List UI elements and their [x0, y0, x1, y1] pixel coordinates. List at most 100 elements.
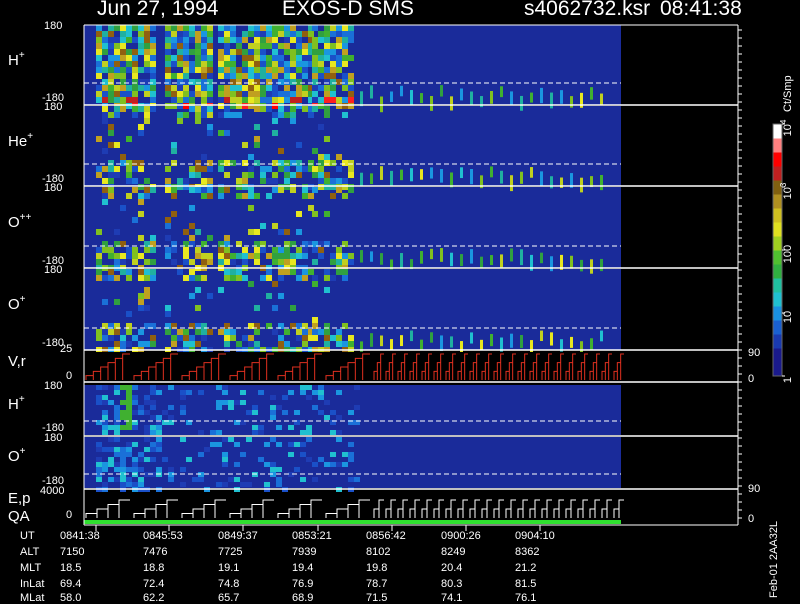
heatmap-cell	[342, 253, 348, 259]
heatmap-cell	[284, 160, 290, 166]
heatmap-cell	[296, 49, 302, 55]
heatmap-cell	[318, 253, 324, 259]
heatmap-cell	[248, 79, 254, 85]
heatmap-cell	[96, 275, 102, 281]
heatmap-cell	[348, 457, 354, 462]
heatmap-cell	[248, 67, 254, 73]
heatmap-cell	[144, 112, 150, 118]
heatmap-cell	[201, 154, 207, 160]
heatmap-cell	[264, 482, 270, 487]
heatmap-cell	[150, 247, 156, 253]
heatmap-cell	[248, 25, 254, 31]
heatmap-cell	[336, 31, 342, 37]
heatmap-cell	[246, 437, 252, 442]
heatmap-cell	[284, 166, 290, 172]
heatmap-cell	[218, 247, 224, 253]
heatmap-cell	[144, 67, 150, 73]
heatmap-cell	[312, 166, 318, 172]
heatmap-cell	[224, 187, 230, 193]
heatmap-cell	[138, 305, 144, 311]
heatmap-cell	[230, 55, 236, 61]
heatmap-cell	[96, 85, 102, 91]
heatmap-cell	[342, 341, 348, 347]
heatmap-cell	[370, 85, 373, 99]
heatmap-cell	[171, 187, 177, 193]
heatmap-cell	[302, 187, 308, 193]
heatmap-cell	[138, 124, 144, 130]
heatmap-cell	[183, 275, 189, 281]
heatmap-cell	[272, 85, 278, 91]
heatmap-cell	[302, 31, 308, 37]
heatmap-cell	[324, 154, 330, 160]
colorbar-segment	[773, 334, 782, 349]
panel-ytick-top: 180	[44, 101, 62, 113]
heatmap-cell	[590, 338, 593, 350]
vr-right-bottom: 0	[748, 373, 754, 385]
heatmap-cell	[302, 106, 308, 112]
heatmap-cell	[114, 166, 120, 172]
heatmap-cell	[490, 255, 493, 266]
heatmap-cell	[278, 67, 284, 73]
heatmap-cell	[132, 247, 138, 253]
heatmap-cell	[132, 482, 138, 487]
heatmap-cell	[207, 253, 213, 259]
heatmap-cell	[165, 223, 171, 229]
heatmap-cell	[278, 43, 284, 49]
heatmap-cell	[126, 91, 132, 97]
heatmap-cell	[120, 415, 126, 420]
heatmap-cell	[156, 390, 162, 395]
heatmap-cell	[330, 49, 336, 55]
heatmap-cell	[102, 335, 108, 341]
heatmap-cell	[380, 335, 383, 347]
heatmap-cell	[360, 91, 363, 107]
heatmap-cell	[189, 293, 195, 299]
heatmap-cell	[300, 452, 306, 457]
heatmap-cell	[126, 405, 132, 410]
heatmap-cell	[108, 43, 114, 49]
heatmap-cell	[120, 329, 126, 335]
heatmap-cell	[171, 61, 177, 67]
heatmap-cell	[144, 106, 150, 112]
heatmap-cell	[201, 166, 207, 172]
heatmap-cell	[254, 97, 260, 103]
heatmap-cell	[242, 247, 248, 253]
heatmap-cell	[144, 259, 150, 265]
heatmap-cell	[324, 25, 330, 31]
heatmap-cell	[177, 178, 183, 184]
heatmap-cell	[132, 73, 138, 79]
heatmap-cell	[144, 400, 150, 405]
heatmap-cell	[336, 329, 342, 335]
heatmap-cell	[132, 25, 138, 31]
heatmap-cell	[242, 67, 248, 73]
heatmap-cell	[195, 287, 201, 293]
heatmap-cell	[258, 457, 264, 462]
heatmap-cell	[312, 477, 318, 482]
heatmap-cell	[324, 37, 330, 43]
heatmap-cell	[336, 43, 342, 49]
heatmap-cell	[108, 329, 114, 335]
heatmap-cell	[183, 253, 189, 259]
heatmap-cell	[284, 73, 290, 79]
heatmap-cell	[296, 55, 302, 61]
heatmap-cell	[177, 85, 183, 91]
heatmap-cell	[290, 55, 296, 61]
heatmap-cell	[342, 452, 348, 457]
heatmap-cell	[177, 61, 183, 67]
heatmap-cell	[201, 187, 207, 193]
heatmap-cell	[266, 73, 272, 79]
heatmap-cell	[120, 91, 126, 97]
heatmap-cell	[282, 395, 288, 400]
heatmap-cell	[284, 37, 290, 43]
heatmap-cell	[470, 91, 473, 106]
heatmap-cell	[165, 247, 171, 253]
ephemeris-value: 76.9	[292, 578, 314, 590]
heatmap-cell	[530, 167, 533, 178]
heatmap-cell	[218, 193, 224, 199]
heatmap-cell	[138, 25, 144, 31]
heatmap-cell	[306, 385, 312, 390]
heatmap-cell	[254, 37, 260, 43]
heatmap-cell	[248, 193, 254, 199]
heatmap-cell	[278, 31, 284, 37]
heatmap-cell	[294, 467, 300, 472]
heatmap-cell	[324, 211, 330, 217]
